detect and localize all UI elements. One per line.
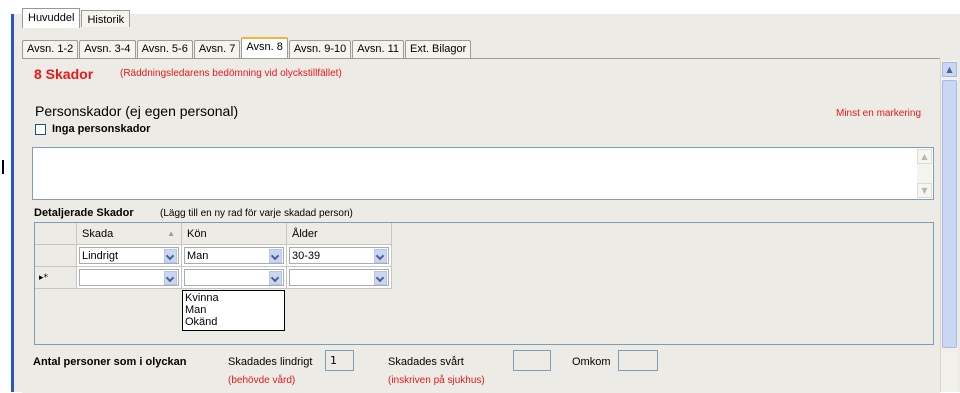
detaljerade-skador-note: (Lägg till en ny rad för varje skadad pe… bbox=[160, 208, 353, 219]
col-header-alder[interactable]: Ålder bbox=[287, 223, 392, 245]
table-cell[interactable]: Lindrigt bbox=[77, 245, 182, 267]
row-header[interactable] bbox=[35, 245, 77, 267]
section-subtitle: (Räddningsledarens bedömning vid olyckst… bbox=[120, 68, 342, 79]
inga-personskador-checkbox[interactable] bbox=[35, 123, 46, 135]
lindrigt-label: Skadades lindrigt bbox=[228, 356, 313, 368]
lindrigt-note: (behövde vård) bbox=[228, 375, 296, 386]
injury-grid: Skada ▲ Kön Ålder Lindrigt Man 30-39 ▸* bbox=[34, 222, 934, 345]
personskador-textarea[interactable]: ▲ ▼ bbox=[32, 147, 934, 200]
kon-combo[interactable]: Man bbox=[184, 247, 284, 264]
grid-corner bbox=[35, 223, 77, 245]
svart-label: Skadades svårt bbox=[388, 356, 464, 368]
alder-combo[interactable]: 30-39 bbox=[289, 247, 389, 264]
svart-note: (inskriven på sjukhus) bbox=[388, 375, 485, 386]
chevron-down-icon[interactable] bbox=[164, 271, 177, 285]
svart-count-field[interactable] bbox=[513, 350, 551, 371]
section-tab-strip: Avsn. 1-2 Avsn. 3-4 Avsn. 5-6 Avsn. 7 Av… bbox=[22, 37, 472, 58]
omkom-label: Omkom bbox=[572, 356, 611, 368]
kon-combo[interactable] bbox=[184, 269, 284, 286]
tab-avsn-8[interactable]: Avsn. 8 bbox=[241, 37, 288, 58]
table-cell[interactable] bbox=[77, 267, 182, 289]
dropdown-option-kvinna[interactable]: Kvinna bbox=[185, 292, 282, 304]
tab-avsn-5-6[interactable]: Avsn. 5-6 bbox=[136, 40, 193, 58]
scroll-up-icon[interactable]: ▲ bbox=[942, 62, 957, 77]
omkom-count-field[interactable] bbox=[618, 350, 658, 371]
left-edge bbox=[0, 0, 9, 392]
skada-combo[interactable] bbox=[79, 269, 179, 286]
focus-bar bbox=[11, 14, 14, 392]
sort-asc-icon: ▲ bbox=[167, 229, 175, 238]
tab-avsn-1-2[interactable]: Avsn. 1-2 bbox=[22, 40, 79, 58]
col-header-skada[interactable]: Skada ▲ bbox=[77, 223, 182, 245]
chevron-down-icon[interactable] bbox=[164, 249, 177, 263]
inga-personskador-row: Inga personskador bbox=[35, 123, 150, 135]
antal-personer-label: Antal personer som i olyckan bbox=[33, 356, 187, 368]
textarea-scroll-up-icon[interactable]: ▲ bbox=[917, 149, 932, 164]
detaljerade-skador-heading: Detaljerade Skador bbox=[34, 207, 134, 219]
chevron-down-icon[interactable] bbox=[374, 249, 387, 263]
lindrigt-count-field[interactable]: 1 bbox=[325, 350, 354, 371]
tab-avsn-9-10[interactable]: Avsn. 9-10 bbox=[288, 40, 352, 58]
skada-value: Lindrigt bbox=[82, 250, 119, 262]
page-scrollbar[interactable]: ▲ bbox=[940, 60, 958, 392]
tab-avsn-7[interactable]: Avsn. 7 bbox=[193, 40, 241, 58]
scroll-thumb[interactable] bbox=[942, 80, 957, 348]
dropdown-option-man[interactable]: Man bbox=[185, 304, 282, 316]
col-header-skada-label: Skada bbox=[82, 228, 114, 240]
col-header-kon[interactable]: Kön bbox=[182, 223, 287, 245]
kon-value: Man bbox=[187, 250, 209, 262]
alder-value: 30-39 bbox=[292, 250, 321, 262]
inga-personskador-label[interactable]: Inga personskador bbox=[52, 123, 150, 135]
dropdown-option-okand[interactable]: Okänd bbox=[185, 316, 282, 328]
table-cell[interactable] bbox=[287, 267, 392, 289]
chevron-down-icon[interactable] bbox=[269, 271, 282, 285]
section-title: 8 Skador bbox=[34, 66, 94, 82]
tab-historik[interactable]: Historik bbox=[81, 10, 131, 27]
edge-mark bbox=[2, 160, 4, 174]
table-cell[interactable] bbox=[182, 267, 287, 289]
tab-avsn-3-4[interactable]: Avsn. 3-4 bbox=[79, 40, 136, 58]
tab-avsn-11[interactable]: Avsn. 11 bbox=[352, 40, 405, 58]
chevron-down-icon[interactable] bbox=[374, 271, 387, 285]
skada-combo[interactable]: Lindrigt bbox=[79, 247, 179, 264]
textarea-scroll-down-icon[interactable]: ▼ bbox=[917, 183, 932, 198]
tab-ext-bilagor[interactable]: Ext. Bilagor bbox=[405, 40, 472, 58]
personskador-heading: Personskador (ej egen personal) bbox=[35, 103, 239, 119]
chevron-down-icon[interactable] bbox=[269, 249, 282, 263]
table-cell[interactable]: Man bbox=[182, 245, 287, 267]
required-note: Minst en markering bbox=[836, 108, 922, 119]
new-row-header[interactable]: ▸* bbox=[35, 267, 77, 289]
kon-dropdown-list[interactable]: Kvinna Man Okänd bbox=[182, 290, 285, 331]
alder-combo[interactable] bbox=[289, 269, 389, 286]
table-cell[interactable]: 30-39 bbox=[287, 245, 392, 267]
outer-tab-strip: Huvuddel Historik bbox=[22, 8, 131, 30]
tab-huvuddel[interactable]: Huvuddel bbox=[22, 8, 81, 28]
textarea-scrollbar[interactable]: ▲ ▼ bbox=[917, 149, 932, 198]
